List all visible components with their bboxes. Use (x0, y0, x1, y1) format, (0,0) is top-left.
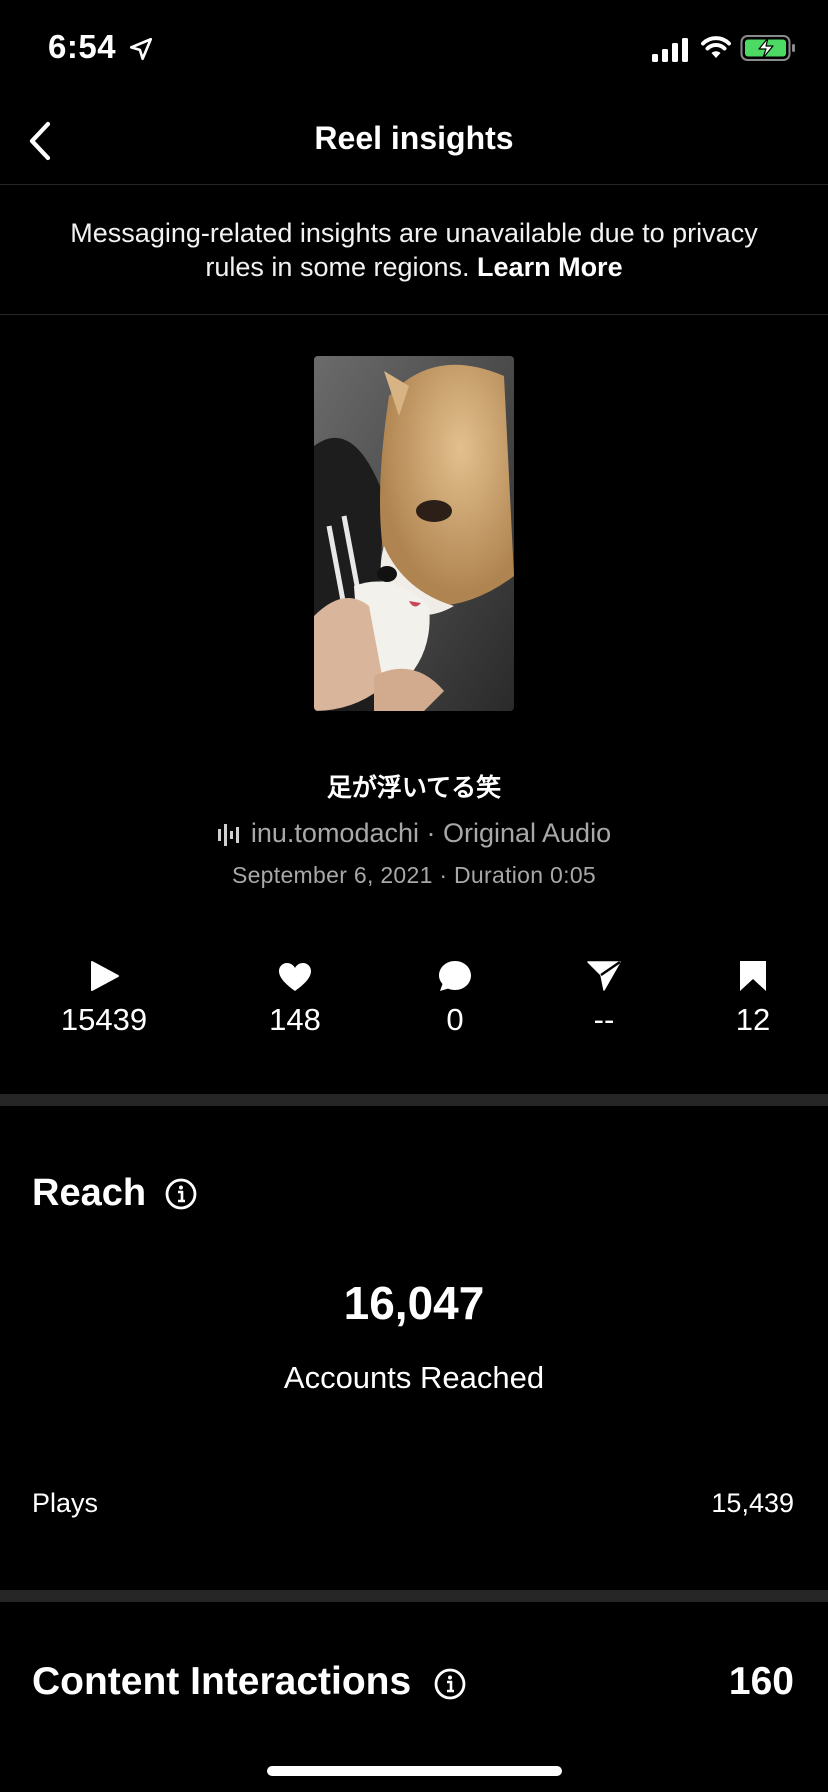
plays-value: 15,439 (711, 1488, 794, 1518)
location-arrow-icon (129, 37, 153, 61)
page-title: Reel insights (314, 120, 514, 156)
section-divider (0, 1094, 828, 1106)
notice-divider (0, 314, 828, 315)
wifi-icon (701, 36, 731, 58)
stat-comments: 0 (385, 952, 525, 1038)
privacy-notice: Messaging-related insights are unavailab… (40, 216, 788, 284)
stat-saves: 12 (683, 952, 823, 1038)
stat-likes: 148 (225, 952, 365, 1038)
reach-title: Reach (32, 1172, 147, 1214)
reel-thumbnail-image (314, 356, 514, 711)
content-interactions-info-icon[interactable] (434, 1668, 466, 1700)
comment-icon (439, 961, 471, 991)
audio-label: inu.tomodachi · Original Audio (250, 818, 612, 848)
accounts-reached-label: Accounts Reached (283, 1360, 545, 1395)
stat-shares: -- (534, 952, 674, 1038)
content-interactions-value: 160 (728, 1660, 794, 1703)
stat-plays-value: 15439 (60, 1002, 148, 1037)
home-indicator[interactable] (267, 1766, 562, 1776)
stat-likes-value: 148 (269, 1002, 321, 1037)
plays-label: Plays (32, 1488, 99, 1518)
date-duration: September 6, 2021 · Duration 0:05 (231, 862, 597, 888)
audio-wave-icon (217, 823, 239, 846)
stat-shares-value: -- (593, 1002, 615, 1037)
reel-thumbnail[interactable] (314, 356, 514, 711)
share-icon (587, 960, 621, 991)
header-divider (0, 184, 828, 185)
audio-row[interactable]: inu.tomodachi · Original Audio (0, 818, 828, 849)
heart-icon (279, 963, 311, 991)
status-time: 6:54 (48, 28, 117, 65)
accounts-reached-value: 16,047 (343, 1277, 485, 1329)
play-icon (91, 961, 119, 991)
content-interactions-title: Content Interactions (32, 1660, 412, 1703)
reach-info-icon[interactable] (165, 1178, 197, 1210)
reel-caption: 足が浮いてる笑 (326, 774, 502, 802)
bookmark-icon (740, 961, 766, 991)
learn-more-link[interactable]: Learn More (477, 252, 623, 282)
cellular-signal-icon (652, 38, 688, 62)
stat-comments-value: 0 (446, 1002, 464, 1037)
stat-saves-value: 12 (735, 1002, 771, 1037)
battery-charging-icon (740, 35, 795, 61)
section-divider-2 (0, 1590, 828, 1602)
privacy-notice-text: Messaging-related insights are unavailab… (70, 218, 758, 282)
stat-plays: 15439 (34, 952, 174, 1038)
